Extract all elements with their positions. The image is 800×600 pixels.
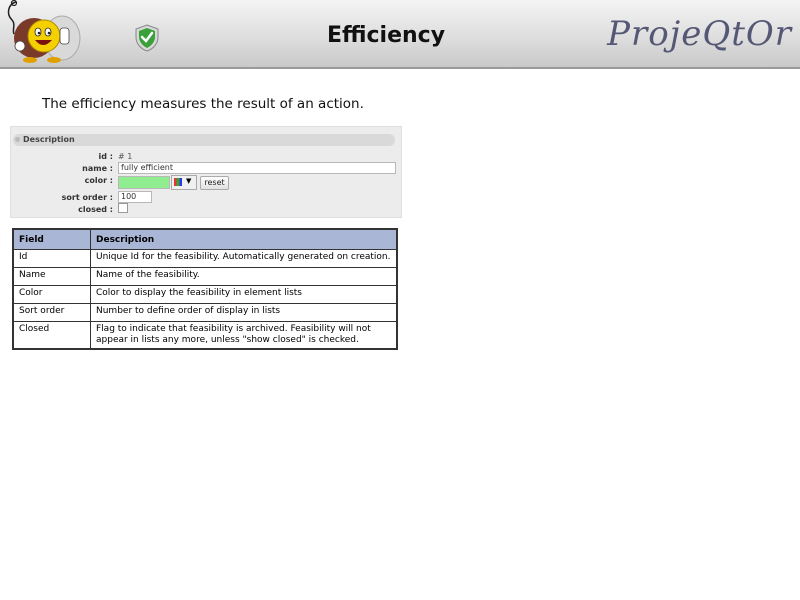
header-description: Description <box>90 228 398 250</box>
brand-name: ProjeQtOr <box>607 14 792 54</box>
color-picker-button[interactable]: ▼ <box>171 175 197 190</box>
table-header-row: Field Description <box>12 228 398 250</box>
color-label: color : <box>84 176 113 185</box>
sort-order-field[interactable]: 100 <box>118 191 152 203</box>
description-cell: Number to define order of display in lis… <box>90 303 398 322</box>
field-cell: Color <box>12 285 91 304</box>
closed-label: closed : <box>78 205 113 214</box>
color-swatch[interactable] <box>118 176 170 189</box>
intro-text: The efficiency measures the result of an… <box>42 96 364 112</box>
chevron-down-icon: ▼ <box>186 177 192 185</box>
id-label: id : <box>98 152 113 161</box>
closed-checkbox[interactable] <box>118 203 128 213</box>
field-description-table: Field Description Id Unique Id for the f… <box>12 228 398 350</box>
field-cell: Closed <box>12 321 91 350</box>
description-form-screenshot: Description id : # 1 name : fully effici… <box>10 126 402 218</box>
field-cell: Id <box>12 249 91 268</box>
name-label: name : <box>82 164 113 173</box>
description-section-header[interactable]: Description <box>13 134 395 146</box>
table-row: Sort order Number to define order of dis… <box>12 303 398 322</box>
table-row: Closed Flag to indicate that feasibility… <box>12 321 398 350</box>
collapse-icon[interactable] <box>15 137 20 142</box>
id-value: # 1 <box>118 152 133 161</box>
table-row: Color Color to display the feasibility i… <box>12 285 398 304</box>
header-field: Field <box>12 228 91 250</box>
name-field[interactable]: fully efficient <box>118 162 396 174</box>
description-cell: Flag to indicate that feasibility is arc… <box>90 321 398 350</box>
reset-button[interactable]: reset <box>200 176 229 190</box>
description-cell: Unique Id for the feasibility. Automatic… <box>90 249 398 268</box>
field-cell: Name <box>12 267 91 286</box>
sort-order-label: sort order : <box>61 193 113 202</box>
header-bar: Efficiency ProjeQtOr <box>0 0 800 69</box>
field-cell: Sort order <box>12 303 91 322</box>
palette-icon <box>174 178 182 186</box>
section-title: Description <box>23 135 75 144</box>
description-cell: Name of the feasibility. <box>90 267 398 286</box>
table-row: Name Name of the feasibility. <box>12 267 398 286</box>
description-cell: Color to display the feasibility in elem… <box>90 285 398 304</box>
table-row: Id Unique Id for the feasibility. Automa… <box>12 249 398 268</box>
